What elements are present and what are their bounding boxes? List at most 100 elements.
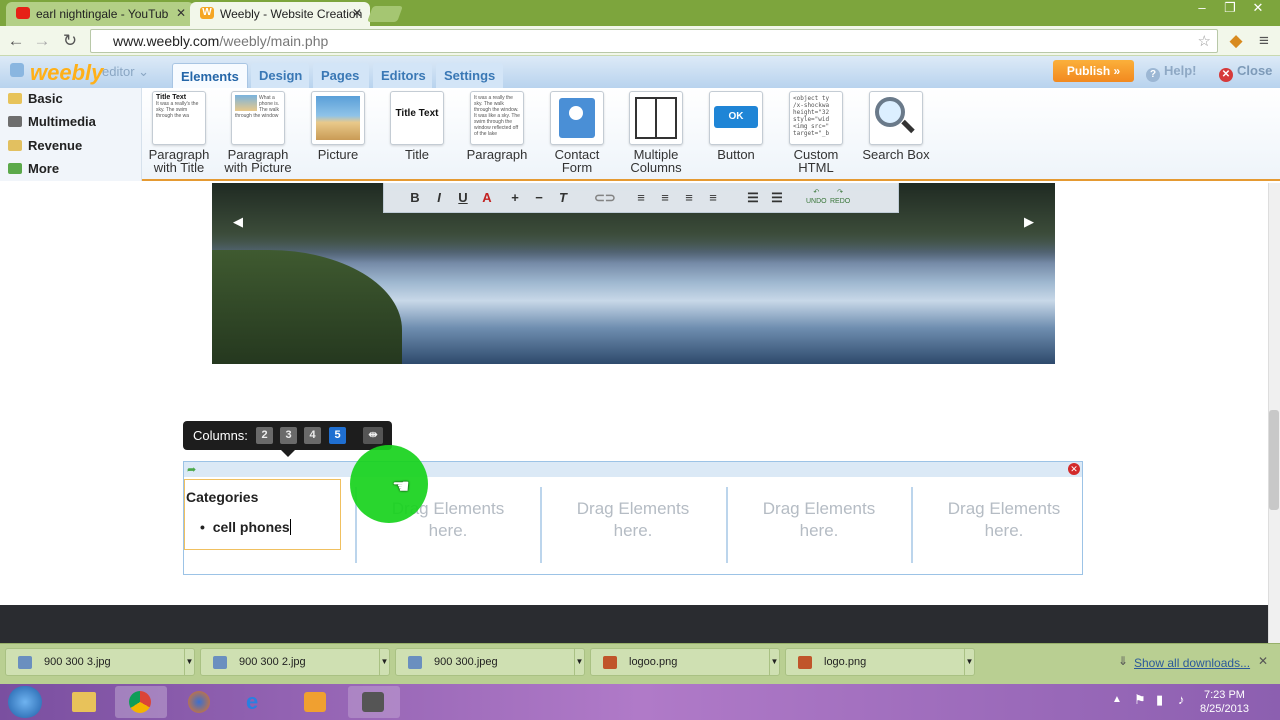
bullet-list-icon[interactable]: ☰: [744, 189, 762, 207]
italic-button[interactable]: I: [430, 189, 448, 207]
underline-button[interactable]: U: [454, 189, 472, 207]
element-picture[interactable]: Picture: [299, 91, 377, 161]
address-bar[interactable]: www.weebly.com/weebly/main.php ☆: [90, 29, 1218, 53]
move-handle-icon[interactable]: ➦: [187, 463, 196, 476]
close-window-icon[interactable]: ✕: [1244, 0, 1272, 18]
drop-zone-5[interactable]: Drag Elements here.: [914, 498, 1094, 542]
category-basic[interactable]: Basic: [8, 91, 63, 106]
menu-icon[interactable]: ≡: [1254, 31, 1274, 51]
chevron-down-icon[interactable]: ▼: [574, 649, 584, 675]
close-tab-icon[interactable]: ✕: [352, 6, 362, 20]
element-custom-html[interactable]: <object ty /x-shockwa height="32 style="…: [777, 91, 855, 174]
flag-icon[interactable]: ⚑: [1134, 692, 1146, 708]
editor-dropdown[interactable]: editor ⌄: [102, 64, 149, 80]
back-icon[interactable]: ←: [6, 31, 26, 51]
chevron-down-icon[interactable]: ▼: [184, 649, 194, 675]
category-list-item[interactable]: • cell phones: [200, 519, 291, 535]
media-taskbar-icon[interactable]: [290, 686, 342, 718]
element-paragraph-with-title[interactable]: Title Text It was a really's the sky. The…: [140, 91, 218, 174]
element-button[interactable]: OK Button: [697, 91, 775, 161]
taskbar-clock[interactable]: 7:23 PM 8/25/2013: [1200, 688, 1249, 716]
font-color-button[interactable]: A: [478, 189, 496, 207]
weebly-menu-icon[interactable]: [10, 63, 24, 77]
bookmark-star-icon[interactable]: ☆: [1198, 32, 1211, 50]
column-divider[interactable]: [540, 487, 542, 563]
download-item[interactable]: logo.png ▼: [785, 648, 975, 676]
columns-option-4[interactable]: 4: [304, 427, 321, 444]
start-button[interactable]: [8, 686, 42, 718]
tray-expand-icon[interactable]: ▲: [1112, 694, 1122, 705]
element-paragraph-with-picture[interactable]: What a phone is. The walk through the wi…: [219, 91, 297, 174]
publish-button[interactable]: Publish »: [1053, 60, 1134, 82]
new-tab-button[interactable]: [367, 6, 403, 22]
download-item[interactable]: 900 300 2.jpg ▼: [200, 648, 390, 676]
scrollbar-thumb[interactable]: [1269, 410, 1279, 510]
firefox-taskbar-icon[interactable]: [174, 686, 226, 718]
download-item[interactable]: 900 300 3.jpg ▼: [5, 648, 195, 676]
close-editor-button[interactable]: ✕ Close: [1219, 63, 1272, 82]
tab-design[interactable]: Design: [251, 63, 309, 88]
volume-icon[interactable]: ♪: [1178, 692, 1185, 707]
tab-settings[interactable]: Settings: [436, 63, 503, 88]
columns-option-5[interactable]: 5: [329, 427, 346, 444]
undo-button[interactable]: ↶ UNDO: [806, 188, 827, 206]
close-downloads-icon[interactable]: ✕: [1258, 654, 1268, 668]
help-button[interactable]: ? Help!: [1146, 63, 1197, 82]
column-divider[interactable]: [911, 487, 913, 563]
download-item[interactable]: logoo.png ▼: [590, 648, 780, 676]
browser-tab-weebly[interactable]: W Weebly - Website Creation ✕: [190, 2, 370, 26]
align-justify-icon[interactable]: ≡: [704, 189, 722, 207]
chevron-down-icon[interactable]: ▼: [964, 649, 974, 675]
tab-elements[interactable]: Elements: [172, 63, 248, 88]
chevron-down-icon[interactable]: ▼: [379, 649, 389, 675]
element-contact-form[interactable]: Contact Form: [538, 91, 616, 174]
drop-zone-4[interactable]: Drag Elements here.: [729, 498, 909, 542]
element-paragraph[interactable]: It was a really the sky. The walk throug…: [458, 91, 536, 161]
minimize-icon[interactable]: –: [1188, 0, 1216, 18]
chrome-taskbar-icon[interactable]: [115, 686, 167, 718]
numbered-list-icon[interactable]: ☰: [768, 189, 786, 207]
drop-zone-3[interactable]: Drag Elements here.: [543, 498, 723, 542]
slide-next-icon[interactable]: ▶: [1024, 214, 1034, 230]
category-more[interactable]: More: [8, 161, 59, 176]
element-label: Button: [717, 147, 755, 162]
column-resize-icon[interactable]: ⇹: [363, 427, 383, 444]
category-revenue[interactable]: Revenue: [8, 138, 82, 153]
explorer-taskbar-icon[interactable]: [58, 686, 110, 718]
columns-option-3[interactable]: 3: [280, 427, 297, 444]
download-item[interactable]: 900 300.jpeg ▼: [395, 648, 585, 676]
redo-button[interactable]: ↷ REDO: [830, 188, 850, 206]
chevron-down-icon[interactable]: ▼: [769, 649, 779, 675]
align-right-icon[interactable]: ≡: [680, 189, 698, 207]
show-all-downloads-link[interactable]: Show all downloads...: [1134, 656, 1250, 670]
element-search-box[interactable]: Search Box: [857, 91, 935, 161]
reload-icon[interactable]: ↻: [60, 31, 80, 51]
url-host: www.weebly.com: [113, 33, 220, 49]
ie-taskbar-icon[interactable]: e: [232, 686, 284, 718]
categories-heading[interactable]: Categories: [186, 489, 258, 505]
restore-icon[interactable]: ❐: [1216, 0, 1244, 18]
slide-prev-icon[interactable]: ◀: [233, 214, 243, 230]
extension-icon[interactable]: ◆: [1226, 31, 1246, 51]
clear-format-button[interactable]: T: [554, 189, 572, 207]
increase-size-button[interactable]: +: [506, 189, 524, 207]
category-multimedia[interactable]: Multimedia: [8, 114, 96, 129]
bold-button[interactable]: B: [406, 189, 424, 207]
element-title[interactable]: Title Text Title: [378, 91, 456, 161]
app-taskbar-icon[interactable]: [348, 686, 400, 718]
columns-option-2[interactable]: 2: [256, 427, 273, 444]
delete-element-icon[interactable]: ✕: [1068, 463, 1080, 475]
forward-icon[interactable]: →: [32, 31, 52, 51]
element-multiple-columns[interactable]: Multiple Columns: [617, 91, 695, 174]
close-tab-icon[interactable]: ✕: [176, 6, 186, 20]
link-icon[interactable]: ⊂⊃: [594, 189, 616, 207]
tab-editors[interactable]: Editors: [373, 63, 432, 88]
tab-pages[interactable]: Pages: [313, 63, 369, 88]
decrease-size-button[interactable]: −: [530, 189, 548, 207]
network-icon[interactable]: ▮: [1156, 692, 1163, 708]
align-center-icon[interactable]: ≡: [656, 189, 674, 207]
columns-handle-bar[interactable]: [184, 462, 1082, 477]
align-left-icon[interactable]: ≡: [632, 189, 650, 207]
browser-tab-youtube[interactable]: earl nightingale - YouTub ✕: [6, 2, 194, 26]
column-divider[interactable]: [726, 487, 728, 563]
